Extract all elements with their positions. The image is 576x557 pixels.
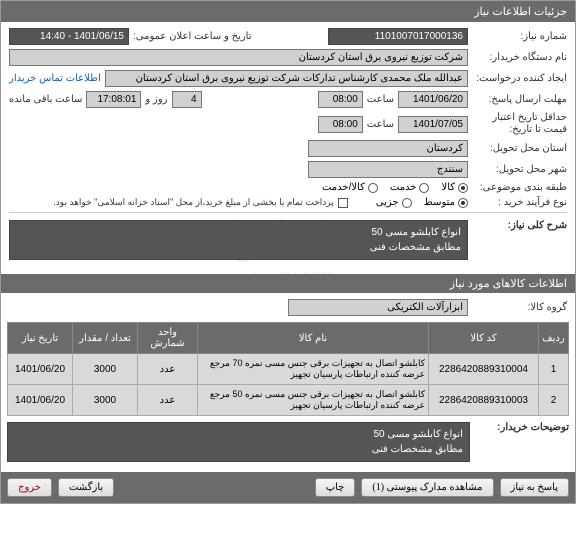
- deadline-date: 1401/06/20: [398, 91, 468, 108]
- remain-time: 17:08:01: [86, 91, 141, 108]
- remain-days: 4: [172, 91, 202, 108]
- creator-label: ایجاد کننده درخواست:: [472, 73, 567, 84]
- validity-label: حداقل تاریخ اعتبار قیمت تا تاریخ:: [472, 112, 567, 136]
- desc-label: شرح کلی نیاز:: [472, 220, 567, 231]
- col-date: تاریخ نیاز: [8, 323, 73, 354]
- exit-button[interactable]: خروج: [7, 478, 52, 497]
- col-qty: تعداد / مقدار: [73, 323, 138, 354]
- goods-section-title: اطلاعات کالاهای مورد نیاز: [1, 274, 575, 293]
- announce-label: تاریخ و ساعت اعلان عمومی:: [133, 31, 252, 42]
- contact-link[interactable]: اطلاعات تماس خریدار: [9, 73, 101, 84]
- validity-time: 08:00: [318, 116, 363, 133]
- radio-goods[interactable]: کالا: [441, 182, 468, 193]
- page-title-bar: جزئیات اطلاعات نیاز: [1, 1, 575, 22]
- deadline-time: 08:00: [318, 91, 363, 108]
- validity-date: 1401/07/05: [398, 116, 468, 133]
- group-value: ابزارآلات الکتریکی: [288, 299, 468, 316]
- attachments-button[interactable]: مشاهده مدارک پیوستی (1): [361, 478, 493, 497]
- print-button[interactable]: چاپ: [315, 478, 356, 497]
- city-value: سنندج: [308, 161, 468, 178]
- goods-table: ردیف کد کالا نام کالا واحد شمارش تعداد /…: [7, 322, 569, 416]
- col-idx: ردیف: [539, 323, 569, 354]
- radio-mid[interactable]: متوسط: [424, 197, 468, 208]
- radio-both[interactable]: کالا/خدمت: [322, 182, 378, 193]
- pay-note: پرداخت تمام یا بخشی از مبلغ خرید،از محل …: [53, 197, 333, 208]
- col-unit: واحد شمارش: [138, 323, 198, 354]
- process-radios: متوسط جزیی: [376, 197, 468, 208]
- buyer-note-label: توضیحات خریدار:: [474, 422, 569, 433]
- province-label: استان محل تحویل:: [472, 143, 567, 154]
- remain-label: ساعت باقی مانده: [9, 94, 82, 105]
- desc-box: انواع کابلشو مسی 50 مطابق مشخصات فنی: [9, 220, 468, 260]
- deadline-time-label: ساعت: [367, 94, 394, 105]
- buyer-note-box: انواع کابلشو مسی 50 مطابق مشخصات فنی: [7, 422, 470, 462]
- page-title: جزئیات اطلاعات نیاز: [474, 6, 567, 18]
- process-label: نوع فرآیند خرید :: [472, 197, 567, 208]
- table-row[interactable]: 1 2286420889310004 کابلشو اتصال به تجهیز…: [8, 354, 569, 385]
- col-code: کد کالا: [429, 323, 539, 354]
- treasury-checkbox[interactable]: [338, 198, 348, 208]
- remain-days-label: روز و: [145, 94, 167, 105]
- category-label: طبقه بندی موضوعی:: [472, 182, 567, 193]
- col-name: نام کالا: [198, 323, 429, 354]
- org-label: نام دستگاه خریدار:: [472, 52, 567, 63]
- radio-service[interactable]: خدمت: [390, 182, 430, 193]
- deadline-label: مهلت ارسال پاسخ:: [472, 94, 567, 106]
- category-radios: کالا خدمت کالا/خدمت: [322, 182, 468, 193]
- respond-button[interactable]: پاسخ به نیاز: [500, 478, 570, 497]
- number-value: 1101007017000136: [328, 28, 468, 45]
- number-label: شماره نیاز:: [472, 31, 567, 42]
- footer-toolbar: پاسخ به نیاز مشاهده مدارک پیوستی (1) چاپ…: [1, 472, 575, 503]
- table-row[interactable]: 2 2286420889310003 کابلشو اتصال به تجهیز…: [8, 385, 569, 416]
- validity-time-label: ساعت: [367, 119, 394, 130]
- radio-part[interactable]: جزیی: [376, 197, 412, 208]
- creator-value: عبدالله ملک محمدی کارشناس تدارکات شرکت ت…: [105, 70, 468, 87]
- org-value: شرکت توزیع نیروی برق استان کردستان: [9, 49, 468, 66]
- back-button[interactable]: بازگشت: [58, 478, 114, 497]
- city-label: شهر محل تحویل:: [472, 164, 567, 175]
- group-label: گروه کالا:: [472, 302, 567, 313]
- announce-value: 1401/06/15 - 14:40: [9, 28, 129, 45]
- province-value: کردستان: [308, 140, 468, 157]
